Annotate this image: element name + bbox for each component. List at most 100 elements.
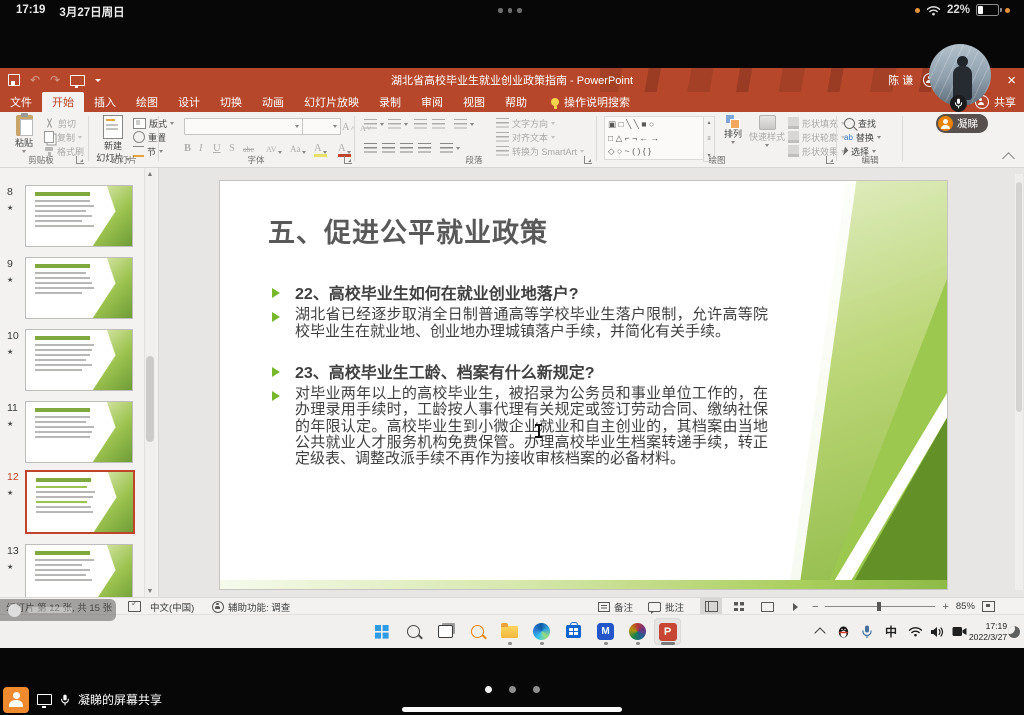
arrange-button[interactable]: 排列 [718,115,748,144]
close-icon[interactable]: × [1007,73,1016,88]
align-text-button[interactable]: 对齐文本 [496,131,555,143]
zoom-slider-thumb[interactable] [877,602,881,611]
screen-share-banner[interactable]: 凝睇的屏幕共享 [0,684,162,715]
scrollbar-thumb[interactable] [1016,182,1022,412]
taskbar-clock[interactable]: 17:19 2022/3/27 [970,615,1006,648]
tab-record[interactable]: 录制 [369,92,411,112]
italic-button[interactable]: I [199,140,203,154]
volume-tray-icon[interactable] [928,615,946,648]
language-indicator[interactable]: 中文(中国) [150,598,194,615]
view-reading-button[interactable] [756,598,778,615]
replace-button[interactable]: ab替换 [844,131,881,143]
accessibility-status[interactable]: 辅助功能: 调查 [212,598,290,615]
share-floating-widget[interactable] [0,599,116,621]
tab-file[interactable]: 文件 [0,92,42,112]
home-indicator[interactable] [402,707,622,712]
tab-design[interactable]: 设计 [168,92,210,112]
tab-view[interactable]: 视图 [453,92,495,112]
scrollbar-thumb[interactable] [146,356,154,442]
line-spacing-button[interactable] [454,118,474,130]
fit-to-window-icon[interactable] [982,601,995,612]
collapse-ribbon-icon[interactable] [1002,152,1015,165]
task-view-button[interactable] [432,618,459,645]
tray-expand-button[interactable] [812,615,828,648]
qq-tray-icon[interactable] [834,615,852,648]
thumbnail-scrollbar[interactable]: ▲ ▼ [144,168,155,597]
microphone-tray-icon[interactable] [858,615,876,648]
numbering-button[interactable] [388,118,408,130]
strikethrough-button[interactable]: abc [243,140,254,154]
edge-button[interactable] [528,618,555,645]
meeting-app-button[interactable]: M [592,618,619,645]
spell-check-button[interactable] [128,598,141,615]
bold-button[interactable]: B [184,140,191,154]
align-center-button[interactable] [382,142,395,154]
search-app-button[interactable] [464,618,491,645]
font-name-select[interactable] [184,118,303,135]
increase-indent-button[interactable] [432,118,445,130]
editor-scrollbar[interactable] [1015,174,1023,590]
presenter-badge[interactable]: 凝睇 [936,114,988,133]
slide-thumbnail-12-selected[interactable] [25,470,135,534]
view-normal-button[interactable] [700,598,722,615]
notes-button[interactable]: 备注 [598,598,633,615]
colorful-app-button[interactable] [624,618,651,645]
zoom-in-button[interactable]: + [942,601,948,613]
slide-thumbnail-8[interactable] [25,185,133,247]
slide-thumbnail-11[interactable] [25,401,133,463]
undo-icon[interactable]: ↶ [30,74,40,86]
bullets-button[interactable] [364,118,384,130]
tab-animations[interactable]: 动画 [252,92,294,112]
zoom-level[interactable]: 85% [956,601,975,612]
tell-me-search[interactable]: 操作说明搜索 [551,92,630,112]
underline-button[interactable]: U [213,140,221,154]
tab-insert[interactable]: 插入 [84,92,126,112]
microsoft-store-button[interactable] [560,618,587,645]
tab-review[interactable]: 审阅 [411,92,453,112]
char-spacing-button[interactable]: AV [266,140,282,154]
scroll-up-icon[interactable]: ▲ [145,168,155,180]
scroll-down-icon[interactable]: ▼ [145,585,155,597]
taskbar-search-button[interactable] [400,618,427,645]
align-right-button[interactable] [400,142,413,154]
decrease-indent-button[interactable] [414,118,427,130]
powerpoint-taskbar-button[interactable]: P [654,618,681,645]
view-slide-sorter-button[interactable] [728,598,750,615]
text-direction-button[interactable]: 文字方向 [496,117,555,129]
reset-button[interactable]: 重置 [133,131,166,143]
notification-center-button[interactable] [1006,615,1022,648]
find-button[interactable]: 查找 [844,117,876,129]
font-size-select[interactable] [302,118,341,135]
tab-help[interactable]: 帮助 [495,92,537,112]
account-name[interactable]: 陈 谦 [888,72,913,88]
columns-button[interactable] [440,142,460,154]
ime-indicator[interactable]: 中 [882,615,900,648]
tab-transitions[interactable]: 切换 [210,92,252,112]
wifi-tray-icon[interactable] [906,615,924,648]
tab-slide-show[interactable]: 幻灯片放映 [294,92,369,112]
cut-button[interactable]: 剪切 [44,117,76,129]
font-dialog-launcher[interactable] [344,156,352,164]
clipboard-dialog-launcher[interactable] [76,156,84,164]
shadow-button[interactable]: S [229,140,235,154]
align-left-button[interactable] [364,142,377,154]
redo-icon[interactable]: ↷ [50,74,60,86]
save-icon[interactable] [8,74,20,86]
copy-button[interactable]: 复制 [44,131,82,143]
start-button[interactable] [368,618,395,645]
slide-title[interactable]: 五、促进公平就业政策 [268,211,548,250]
tab-home[interactable]: 开始 [42,92,84,112]
file-explorer-button[interactable] [496,618,523,645]
slide-canvas[interactable]: 五、促进公平就业政策 22、高校毕业生如何在就业创业地落户? 湖北省已经逐步取消… [220,181,947,589]
paragraph-dialog-launcher[interactable] [584,156,592,164]
tab-draw[interactable]: 绘图 [126,92,168,112]
slide-body-textbox[interactable]: 22、高校毕业生如何在就业创业地落户? 湖北省已经逐步取消全日制普通高等学校毕业… [272,285,768,468]
slide-thumbnail-9[interactable] [25,257,133,319]
drawing-dialog-launcher[interactable] [826,156,834,164]
zoom-out-button[interactable]: − [812,601,818,613]
change-case-button[interactable]: Aa [290,140,306,154]
layout-button[interactable]: 版式 [133,117,174,129]
slide-thumbnail-10[interactable] [25,329,133,391]
start-slideshow-icon[interactable] [70,75,85,86]
customize-qat-icon[interactable] [95,79,101,82]
